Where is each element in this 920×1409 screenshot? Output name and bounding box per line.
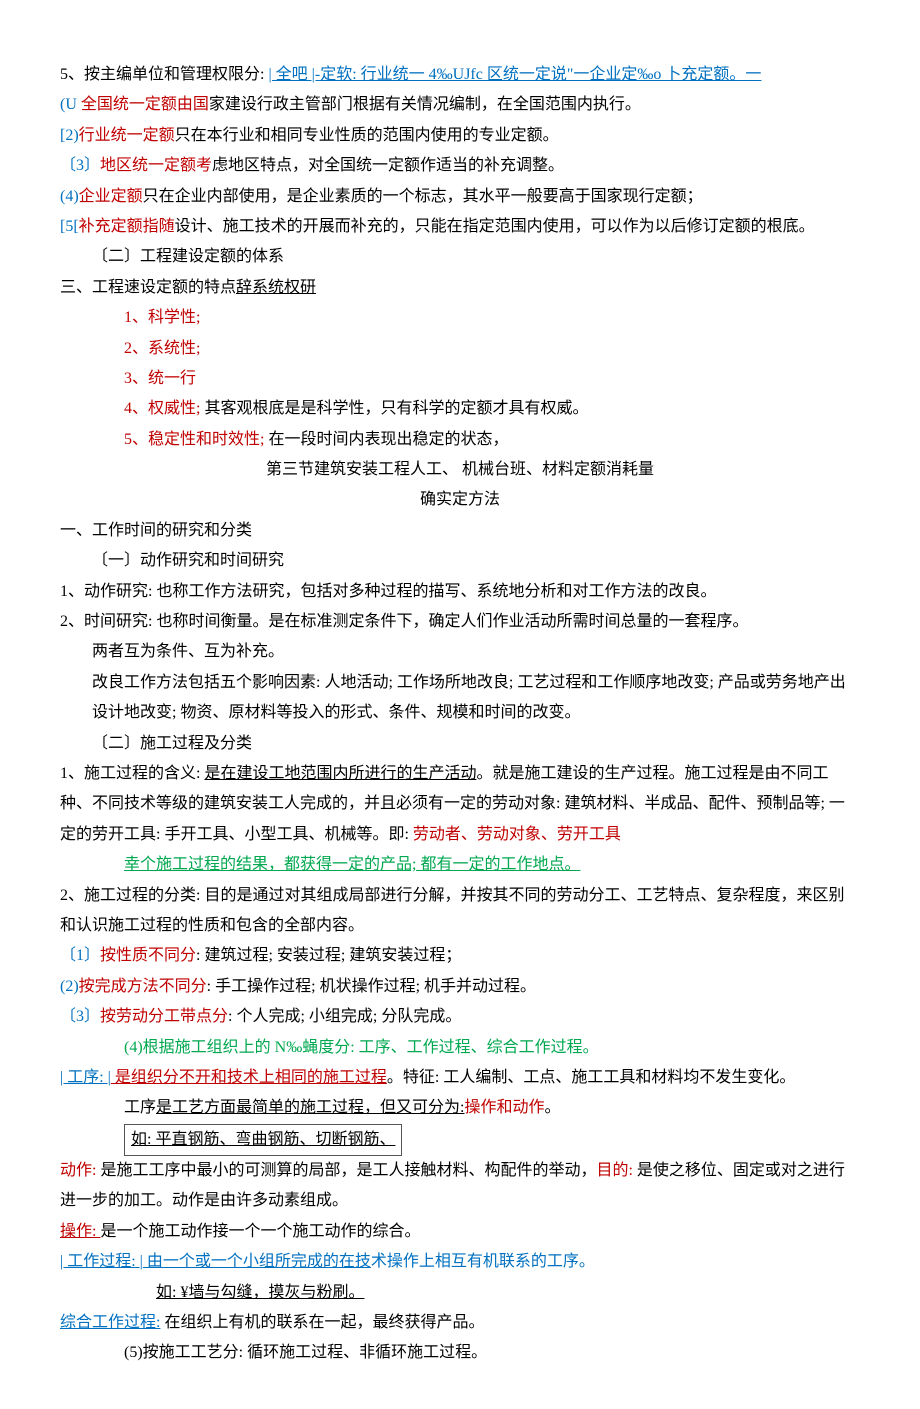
label: 〔1〕 [60, 947, 100, 964]
class-5: (5)按施工工艺分: 循环施工过程、非循环施工过程。 [60, 1338, 860, 1368]
text: 改良工作方法包括五个影响因素: 人地活动; 工作场所地改良; 工艺过程和工作顺序… [92, 674, 846, 721]
section-3: 三、工程速设定额的特点辞系统权研 [60, 273, 860, 303]
term: 综合工作过程: [60, 1314, 160, 1331]
label: [5[ [60, 218, 79, 235]
desc: 在组织上有机的联系在一起，最终获得产品。 [160, 1314, 484, 1331]
subheading-1-2: 〔二〕施工过程及分类 [60, 729, 860, 759]
desc: 虑地区特点，对全国统一定额作适当的补充调整。 [212, 157, 564, 174]
gongxu: | 工序: | 是组织分不开和技术上相同的施工过程。特征: 工人编制、工点、施工… [60, 1063, 860, 1093]
section-title-1: 第三节建筑安装工程人工、 机械台班、材料定额消耗量 [60, 455, 860, 485]
point-1: 1、科学性; [60, 303, 860, 333]
label: [2) [60, 127, 79, 144]
lead: (4)根据施工组织上的 N‰蝇度分: [124, 1039, 359, 1056]
term: 按完成方法不同分 [79, 978, 207, 995]
text: 5、按主编单位和管理权限分: [60, 66, 268, 83]
term: 动作: [60, 1162, 100, 1179]
section-2: 〔二〕工程建设定额的体系 [60, 242, 860, 272]
gongzuo-example: 如: ¥墙与勾缝，摸灰与粉刷。 [60, 1278, 860, 1308]
desc: 。特征: 工人编制、工点、施工工具和材料均不发生变化。 [387, 1069, 795, 1086]
item-5-2: [2)行业统一定额只在本行业和相同专业性质的范围内使用的专业定额。 [60, 121, 860, 151]
desc: 其客观根底是是科学性，只有科学的定额才具有权威。 [204, 400, 588, 417]
point-5: 5、稳定性和时效性; 在一段时间内表现出稳定的状态， [60, 425, 860, 455]
link-text: | 全吧 |-定软: 行业统一 4‰UJfc 区统一定说"一企业定‰o 卜充定额… [268, 66, 761, 83]
label: 3、统一行 [124, 370, 196, 387]
label: (U [60, 96, 81, 113]
item-5-5: [5[补充定额指随设计、施工技术的开展而补充的，只能在指定范围内使用，可以作为以… [60, 212, 860, 242]
term: 地区统一定额考 [100, 157, 212, 174]
label: 〔3〕 [60, 1008, 100, 1025]
text: 如: ¥墙与勾缝，摸灰与粉刷。 [156, 1284, 364, 1301]
t1: 工序 [124, 1099, 156, 1116]
term: 按性质不同分 [100, 947, 196, 964]
def1: 由一个或一个小组所完成的在技 [143, 1253, 371, 1270]
label: 1、科学性; [124, 309, 200, 326]
lead: 1、施工过程的含义: [60, 765, 204, 782]
heading: 三、工程速设定额的特点 [60, 279, 236, 296]
item-5-4: (4)企业定额只在企业内部使用，是企业素质的一个标志，其水平一般要高于国家现行定… [60, 182, 860, 212]
desc: : 个人完成; 小组完成; 分队完成。 [228, 1008, 461, 1025]
point-4: 4、权威性; 其客观根底是是科学性，只有科学的定额才具有权威。 [60, 394, 860, 424]
term: 按劳动分工带点分 [100, 1008, 228, 1025]
example-box: 如: 平直钢筋、弯曲钢筋、切断钢筋、 [124, 1124, 402, 1156]
point-3: 3、统一行 [60, 364, 860, 394]
subheading-1-1: 〔一〕动作研究和时间研究 [60, 546, 860, 576]
term: 操作: [60, 1223, 100, 1240]
dongzuo: 动作: 是施工工序中最小的可测算的局部，是工人接触材料、构配件的举动，目的: 是… [60, 1156, 860, 1217]
definition: 是组织分不开和技术上相同的施工过程 [111, 1069, 387, 1086]
proc-2: 2、施工过程的分类: 目的是通过对其组成局部进行分解，并按其不同的劳动分工、工艺… [60, 881, 860, 942]
study-1: 1、动作研究: 也称工作方法研究，包括对多种过程的描写、系统地分析和对工作方法的… [60, 577, 860, 607]
label: 2、系统性; [124, 340, 200, 357]
desc: 设计、施工技术的开展而补充的，只能在指定范围内使用，可以作为以后修订定额的根底。 [175, 218, 815, 235]
class-4: (4)根据施工组织上的 N‰蝇度分: 工序、工作过程、综合工作过程。 [60, 1033, 860, 1063]
t4: 。 [544, 1099, 560, 1116]
label: (4) [60, 188, 79, 205]
class-2: (2)按完成方法不同分: 手工操作过程; 机状操作过程; 机手并动过程。 [60, 972, 860, 1002]
desc: 是一个施工动作接一个一个施工动作的综合。 [100, 1223, 420, 1240]
example-box-wrap: 如: 平直钢筋、弯曲钢筋、切断钢筋、 [60, 1124, 860, 1156]
desc: 只在本行业和相同专业性质的范围内使用的专业定额。 [175, 127, 559, 144]
class-3: 〔3〕按劳动分工带点分: 个人完成; 小组完成; 分队完成。 [60, 1002, 860, 1032]
emphasis: 劳动者、劳动对象、劳开工具 [413, 826, 621, 843]
proc-1: 1、施工过程的含义: 是在建设工地范围内所进行的生产活动。就是施工建设的生产过程… [60, 759, 860, 850]
t2: 是工艺方面最简单的施工过程，但又可分为: [156, 1099, 464, 1116]
label: 〔3〕 [60, 157, 100, 174]
desc: 家建设行政主管部门根据有关情况编制，在全国范围内执行。 [209, 96, 641, 113]
zonghe: 综合工作过程: 在组织上有机的联系在一起，最终获得产品。 [60, 1308, 860, 1338]
gongzuo-guocheng: | 工作过程: | 由一个或一个小组所完成的在技术操作上相互有机联系的工序。 [60, 1247, 860, 1277]
desc1: 是施工工序中最小的可测算的局部，是工人接触材料、构配件的举动， [100, 1162, 596, 1179]
section-title-2: 确实定方法 [60, 485, 860, 515]
text: 幸个施工过程的结果，都获得一定的产品; 都有一定的工作地点。 [124, 856, 580, 873]
item-5: 5、按主编单位和管理权限分: | 全吧 |-定软: 行业统一 4‰UJfc 区统… [60, 60, 860, 90]
caozuo: 操作: 是一个施工动作接一个一个施工动作的综合。 [60, 1217, 860, 1247]
study-detail: 改良工作方法包括五个影响因素: 人地活动; 工作场所地改良; 工艺过程和工作顺序… [60, 668, 860, 729]
t3: 操作和动作 [464, 1099, 544, 1116]
desc: : 手工操作过程; 机状操作过程; 机手并动过程。 [207, 978, 536, 995]
def2: 术操作上相互有机联系的工序。 [371, 1253, 595, 1270]
link: | 工作过程: | [60, 1253, 143, 1270]
desc: 在一段时间内表现出稳定的状态， [268, 431, 508, 448]
label: 4、权威性; [124, 400, 204, 417]
point-2: 2、系统性; [60, 334, 860, 364]
underline: 是在建设工地范围内所进行的生产活动 [204, 765, 476, 782]
heading-1: 一、工作时间的研究和分类 [60, 516, 860, 546]
link: | 工序: | [60, 1069, 111, 1086]
desc: : 建筑过程; 安装过程; 建筑安装过程； [196, 947, 461, 964]
purpose-label: 目的: [596, 1162, 636, 1179]
term: 行业统一定额 [79, 127, 175, 144]
term: 补充定额指随 [79, 218, 175, 235]
label: 5、稳定性和时效性; [124, 431, 268, 448]
term: 全国统一定额由国 [81, 96, 209, 113]
class-1: 〔1〕按性质不同分: 建筑过程; 安装过程; 建筑安装过程； [60, 941, 860, 971]
gongxu-detail: 工序是工艺方面最简单的施工过程，但又可分为:操作和动作。 [60, 1093, 860, 1123]
term: 企业定额 [79, 188, 143, 205]
label: (2) [60, 978, 79, 995]
heading-underline: 辞系统权研 [236, 279, 316, 296]
study-2: 2、时间研究: 也称时间衡量。是在标准测定条件下，确定人们作业活动所需时间总量的… [60, 607, 860, 637]
desc: 只在企业内部使用，是企业素质的一个标志，其水平一般要高于国家现行定额； [143, 188, 703, 205]
study-note: 两者互为条件、互为补充。 [60, 637, 860, 667]
item-5-3: 〔3〕地区统一定额考虑地区特点，对全国统一定额作适当的补充调整。 [60, 151, 860, 181]
item-5-1: (U 全国统一定额由国家建设行政主管部门根据有关情况编制，在全国范围内执行。 [60, 90, 860, 120]
text: 工序、工作过程、综合工作过程。 [359, 1039, 599, 1056]
proc-result: 幸个施工过程的结果，都获得一定的产品; 都有一定的工作地点。 [60, 850, 860, 880]
